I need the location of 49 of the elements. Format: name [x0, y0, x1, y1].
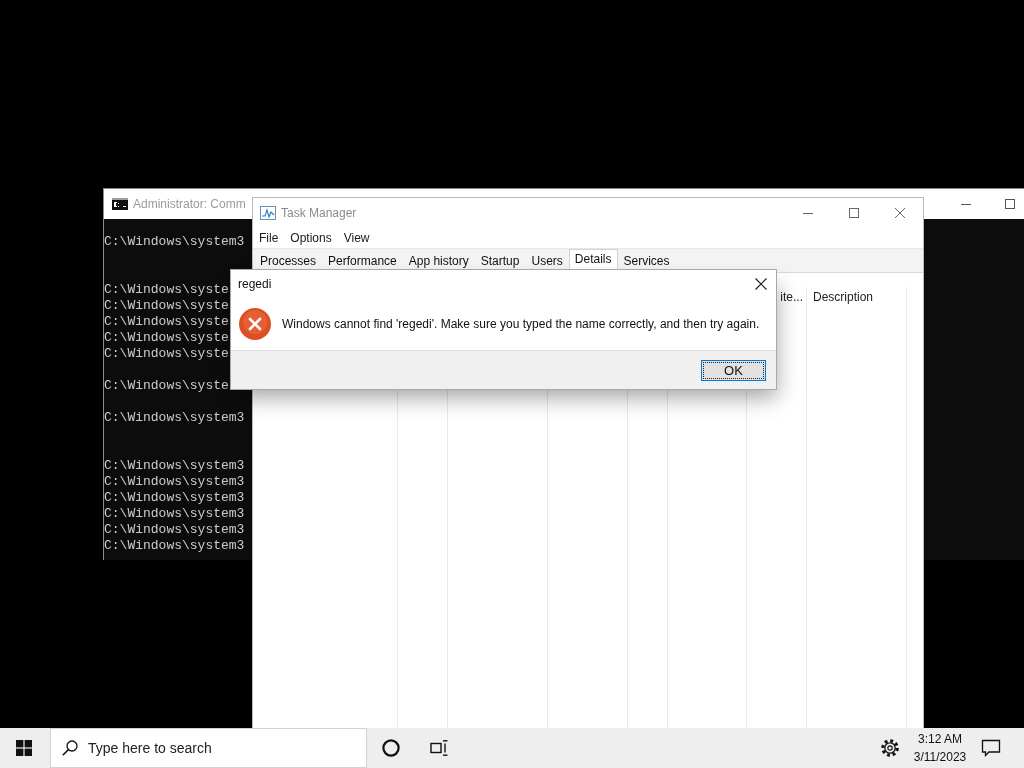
console-line: C:\Windows\system3: [104, 474, 245, 490]
console-line: C:\Windows\system3: [104, 522, 245, 538]
minimize-icon: [803, 212, 813, 214]
window-title: Task Manager: [281, 206, 357, 220]
windows-logo-icon: [16, 740, 32, 756]
console-line: C:\Windows\system3: [104, 490, 245, 506]
tab[interactable]: Users: [525, 251, 569, 270]
tab[interactable]: Performance: [322, 251, 403, 270]
tab[interactable]: Processes: [254, 251, 323, 270]
tab[interactable]: App history: [402, 251, 475, 270]
console-line: C:\Windows\syste: [104, 330, 229, 346]
clock-date[interactable]: 3/11/2023: [913, 749, 967, 765]
console-line: C:\Windows\system3: [104, 506, 245, 522]
console-line: C:\Windows\syste: [104, 378, 229, 394]
console-line: C:\Windows\system3: [104, 234, 245, 250]
clock-time[interactable]: 3:12 AM: [918, 731, 962, 747]
maximize-icon: [1005, 199, 1015, 209]
menu-item[interactable]: Options: [284, 229, 338, 247]
console-line: C:\Windows\system3: [104, 410, 245, 426]
maximize-icon: [849, 208, 859, 218]
close-icon: [895, 208, 905, 218]
error-message: Windows cannot find 'regedi'. Make sure you typed the name correctly, and then try again.: [282, 317, 760, 331]
console-line: C:\Windows\syste: [104, 346, 229, 362]
console-line: C:\Windows\system3: [104, 458, 245, 474]
tab[interactable]: Services: [617, 251, 676, 270]
column-header[interactable]: ite...: [780, 287, 806, 308]
task-view-icon: [430, 740, 448, 756]
console-line: C:\Windows\syste: [104, 282, 229, 298]
console-line: C:\Windows\system3: [104, 538, 245, 554]
console-icon: [112, 198, 128, 210]
ring-icon: [382, 739, 400, 757]
dialog-title: regedi: [238, 277, 272, 291]
menu-item[interactable]: File: [253, 229, 285, 247]
close-icon: [755, 278, 767, 290]
console-line: C:\Windows\syste: [104, 298, 229, 314]
console-line: C:\Windows\syste: [104, 314, 229, 330]
chart-icon: [260, 206, 276, 220]
tab[interactable]: Startup: [474, 251, 526, 270]
error-icon: [239, 308, 271, 340]
column-header[interactable]: Description: [807, 287, 880, 308]
search-field[interactable]: Type here to search: [50, 728, 367, 768]
search-icon: [62, 740, 78, 756]
speech-bubble-icon: [981, 739, 1001, 757]
tab[interactable]: Details: [568, 249, 618, 270]
window-title: Administrator: Comm: [133, 197, 246, 211]
gear-icon: [881, 739, 899, 757]
menu-item[interactable]: View: [337, 229, 376, 247]
ok-button[interactable]: OK: [701, 359, 766, 381]
minimize-icon: [961, 203, 971, 205]
